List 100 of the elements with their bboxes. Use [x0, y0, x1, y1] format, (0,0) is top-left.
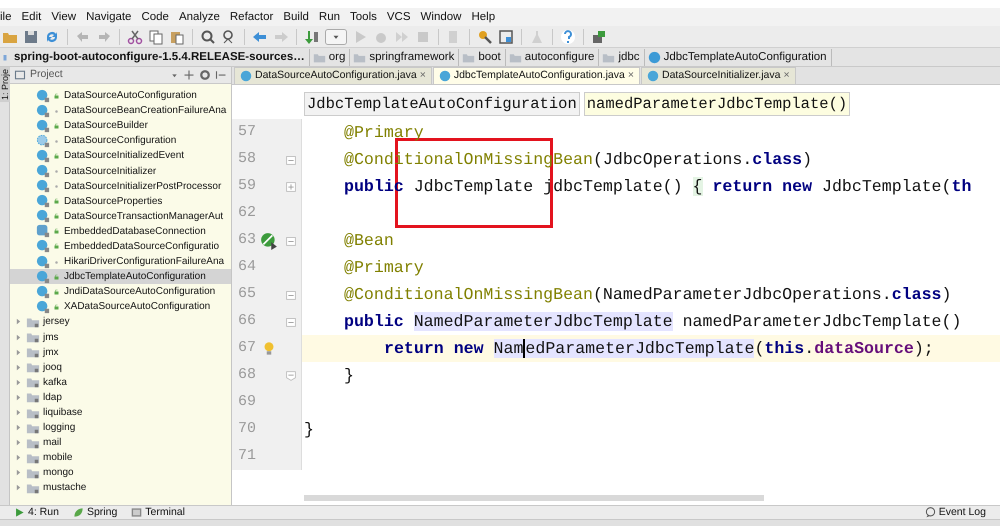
run-configuration-dropdown[interactable]	[325, 28, 347, 44]
menu-item[interactable]: VCS	[386, 8, 411, 26]
breadcrumb-link[interactable]: org	[328, 48, 346, 66]
tree-item[interactable]: DataSourceBuilder	[10, 118, 231, 134]
fold-end-icon[interactable]	[284, 368, 298, 382]
menu-item[interactable]: View	[51, 8, 76, 26]
class-icon	[36, 254, 50, 269]
tree-label[interactable]: mobile	[43, 450, 72, 466]
tree-item[interactable]: DataSourceTransactionManagerAut	[10, 208, 231, 224]
expand-arrow-icon[interactable]	[14, 453, 23, 462]
tool-window-button[interactable]: Terminal	[131, 504, 185, 520]
menu-item[interactable]: Analyze	[178, 8, 220, 26]
copy-icon[interactable]	[148, 28, 164, 44]
tree-label[interactable]: jersey	[43, 314, 70, 330]
unfold-marker-icon[interactable]	[284, 180, 298, 194]
menu-item[interactable]: Help	[471, 8, 496, 26]
editor-tab[interactable]: JdbcTemplateAutoConfiguration.java ×	[432, 67, 640, 84]
tree-item[interactable]: DataSourceAutoConfiguration	[10, 88, 231, 104]
tree-label[interactable]: jmx	[43, 344, 59, 360]
expand-arrow-icon[interactable]	[14, 483, 23, 492]
line-number: 68	[236, 365, 256, 386]
close-icon[interactable]: ×	[628, 68, 634, 84]
class-icon	[648, 50, 661, 64]
breadcrumb-item[interactable]: JdbcTemplateAutoConfiguration	[304, 92, 580, 116]
expand-arrow-icon[interactable]	[14, 468, 23, 478]
project-structure-icon[interactable]	[498, 28, 514, 44]
tree-label[interactable]: ldap	[43, 390, 62, 405]
hide-panel-icon[interactable]	[215, 69, 227, 81]
tree-item[interactable]: EmbeddedDatabaseConnection	[10, 224, 231, 239]
breadcrumb-item[interactable]: namedParameterJdbcTemplate()	[584, 92, 850, 116]
expand-arrow-icon[interactable]	[14, 317, 23, 326]
expand-arrow-icon[interactable]	[14, 348, 23, 357]
breadcrumb-link[interactable]: JdbcTemplateAutoConfiguration	[664, 48, 827, 66]
event-log-button[interactable]: Event Log	[924, 504, 986, 520]
expand-arrow-icon[interactable]	[14, 362, 23, 372]
line-number: 69	[236, 392, 256, 412]
menu-item[interactable]: Run	[318, 8, 340, 26]
build-icon[interactable]	[304, 28, 320, 44]
tree-label[interactable]: mustache	[43, 480, 86, 496]
close-icon[interactable]: ×	[783, 68, 790, 84]
tree-label[interactable]: kafka	[43, 374, 67, 390]
project-tool-tab[interactable]: 1: Proje	[0, 67, 10, 102]
abstract-class-icon	[36, 134, 50, 148]
expand-arrow-icon[interactable]	[14, 392, 23, 402]
line-number: 58	[236, 149, 256, 170]
tree-item[interactable]: DataSourceInitializerPostProcessor	[10, 178, 231, 194]
tool-window-button[interactable]: Spring	[72, 504, 118, 520]
breadcrumb-link[interactable]: jdbc	[618, 48, 640, 66]
help-icon[interactable]	[560, 28, 576, 44]
tree-item[interactable]: DataSourceBeanCreationFailureAna	[10, 103, 231, 118]
scroll-from-source-icon[interactable]	[183, 69, 195, 81]
breadcrumb-link[interactable]: autoconfigure	[524, 48, 594, 66]
tree-item[interactable]: DataSourceInitializer	[10, 163, 231, 179]
expand-arrow-icon[interactable]	[14, 378, 23, 387]
menu-item[interactable]: ile	[0, 8, 12, 26]
menu-item[interactable]: Navigate	[86, 8, 132, 26]
expand-arrow-icon[interactable]	[14, 423, 23, 432]
menu-item[interactable]: Window	[420, 8, 462, 26]
save-icon[interactable]	[23, 28, 39, 44]
menu-item[interactable]: Edit	[22, 8, 42, 26]
expand-arrow-icon[interactable]	[14, 332, 23, 342]
line-number: 63	[236, 230, 256, 250]
line-number: 70	[236, 419, 256, 440]
breadcrumb-link[interactable]: spring-boot-autoconfigure-1.5.4.RELEASE-sources…	[14, 48, 305, 66]
update-icon[interactable]	[591, 28, 607, 44]
tree-label[interactable]: jms	[43, 330, 59, 345]
horizontal-scrollbar[interactable]	[304, 495, 764, 501]
search-icon[interactable]	[200, 28, 216, 44]
tree-item[interactable]: DataSourceProperties	[10, 194, 231, 209]
editor-tab[interactable]: DataSourceInitializer.java ×	[641, 67, 796, 84]
expand-arrow-icon[interactable]	[14, 438, 23, 448]
line-number: 65	[236, 284, 256, 304]
menu-item[interactable]: Build	[283, 8, 309, 26]
menu-item[interactable]: Code	[141, 8, 169, 26]
menu-item[interactable]: Refactor	[230, 8, 274, 26]
bean-icon[interactable]	[260, 232, 278, 250]
tree-label[interactable]: jooq	[43, 360, 62, 375]
breadcrumb-link[interactable]: boot	[478, 48, 501, 66]
tool-window-button[interactable]: 4: Run	[14, 504, 59, 520]
tree-label[interactable]: logging	[43, 420, 76, 436]
tree-item[interactable]: JdbcTemplateAutoConfiguration	[10, 269, 231, 284]
editor-tab[interactable]: DataSourceAutoConfiguration.java ×	[234, 67, 432, 84]
scissors-icon[interactable]	[127, 28, 143, 44]
class-icon	[36, 179, 50, 194]
tree-label[interactable]: liquibase	[43, 405, 82, 420]
code-line: }	[303, 419, 315, 441]
class-icon	[36, 194, 50, 208]
tree-label[interactable]: mail	[43, 435, 62, 450]
tree-item[interactable]: EmbeddedDataSourceConfiguratio	[10, 238, 231, 254]
line-number: 71	[236, 446, 256, 466]
menu-item[interactable]: Tools	[350, 8, 377, 26]
tree-item[interactable]: DataSourceInitializedEvent	[10, 148, 231, 164]
tree-label[interactable]: mongo	[43, 465, 74, 480]
expand-arrow-icon[interactable]	[14, 408, 23, 418]
close-icon[interactable]: ×	[420, 68, 426, 84]
tree-item[interactable]: DataSourceConfiguration	[10, 133, 231, 148]
tree-item[interactable]: XADataSourceAutoConfiguration	[10, 299, 231, 314]
tree-item[interactable]: HikariDriverConfigurationFailureAna	[10, 254, 231, 270]
breadcrumb-link[interactable]: springframework	[369, 48, 454, 66]
tree-item[interactable]: JndiDataSourceAutoConfiguration	[10, 284, 231, 300]
